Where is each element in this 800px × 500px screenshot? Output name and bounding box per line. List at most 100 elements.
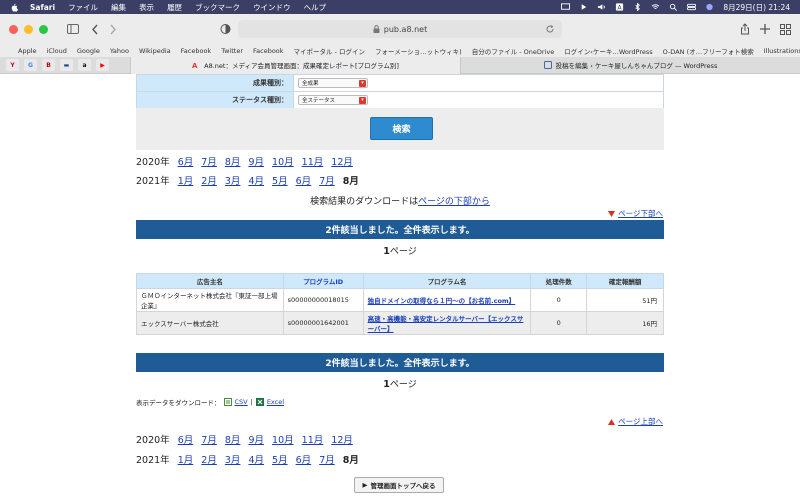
menu-window[interactable]: ウインドウ [253,2,291,13]
minimize-window-button[interactable] [24,24,33,34]
page-bottom-link[interactable]: ページの下部から [418,197,490,207]
col-advertiser: 広告主名 [136,273,284,289]
siri-icon[interactable] [705,3,714,11]
excel-download-link[interactable]: Excel [267,398,284,406]
menu-edit[interactable]: 編集 [111,2,126,13]
favorite-item[interactable]: マイポータル - ログイン [294,46,365,56]
month-link[interactable]: 9月 [248,157,264,168]
month-link[interactable]: 1月 [178,176,194,187]
screen-mirror-icon[interactable] [561,3,571,11]
menu-file[interactable]: ファイル [68,2,98,13]
tab-overview-icon[interactable] [778,22,792,36]
month-link[interactable]: 6月 [296,176,312,187]
menu-view[interactable]: 表示 [139,2,154,13]
jump-top-link[interactable]: ページ上部へ [608,416,663,427]
menu-help[interactable]: ヘルプ [304,2,327,13]
favorite-item[interactable]: Facebook [253,47,284,55]
col-program-id[interactable]: プログラムID [282,273,364,289]
pinned-tab-google[interactable]: G [24,59,37,71]
favorite-item[interactable]: Twitter [221,47,243,55]
menu-bookmarks[interactable]: ブックマーク [195,2,240,13]
favorite-item[interactable]: Illustrations | unDraw [764,47,800,55]
program-link[interactable]: 高速・高機能・高安定レンタルサーバー【エックスサーバー】 [368,315,524,333]
play-icon[interactable] [579,3,588,11]
month-link[interactable]: 6月 [178,435,194,446]
wifi-icon[interactable] [651,3,660,11]
month-link[interactable]: 9月 [248,435,264,446]
pinned-tab-rakuten[interactable]: B [42,59,55,71]
close-window-button[interactable] [9,24,18,34]
back-icon[interactable] [88,22,102,36]
menubar-datetime[interactable]: 8月29日(日) 21:24 [723,2,790,13]
search-icon[interactable] [669,3,678,11]
favorite-item[interactable]: Google [77,47,100,55]
program-link[interactable]: 独自ドメインの取得なら１円〜の【お名前.com】 [368,297,516,305]
address-bar[interactable]: pub.a8.net [238,20,562,38]
month-link[interactable]: 5月 [272,176,288,187]
month-link[interactable]: 5月 [272,455,288,466]
status-type-select[interactable]: 全ステータス ▾ [298,95,368,105]
favorite-item[interactable]: Facebook [181,47,212,55]
back-to-top-page-button[interactable]: ▶ 管理画面トップへ戻る [354,477,444,493]
pinned-tab-yahoo[interactable]: Y [6,59,19,71]
pinned-tab-youtube[interactable]: ▶ [96,59,109,71]
favorite-item[interactable]: Apple [18,47,37,55]
tab-wordpress[interactable]: 投稿を編集 ‹ ケーキ屋しんちゃんブログ — WordPress [460,56,800,74]
month-link[interactable]: 4月 [248,455,264,466]
year-label: 2021年 [136,176,170,187]
favorite-item[interactable]: iCloud [47,47,67,55]
tab-a8net[interactable]: A A8.net：メディア会員管理画面：成果確定レポート[プログラム別] [130,56,460,74]
apple-menu-icon[interactable] [10,3,18,12]
sidebar-toggle-icon[interactable] [66,22,80,36]
month-link[interactable]: 10月 [272,157,294,168]
zoom-window-button[interactable] [39,24,48,34]
month-link[interactable]: 2月 [201,455,217,466]
favorite-item[interactable]: フォーメーショ…ットウィキ) [375,46,462,56]
month-link[interactable]: 3月 [225,455,241,466]
month-link[interactable]: 11月 [302,157,324,168]
month-link[interactable]: 12月 [331,157,353,168]
month-link[interactable]: 8月 [225,435,241,446]
program-id-cell: s00000000018015 [282,288,364,312]
jump-bottom-link[interactable]: ページ下部へ [608,208,663,219]
sort-program-id-link[interactable]: プログラムID [303,278,343,286]
month-link[interactable]: 11月 [302,435,324,446]
month-link[interactable]: 3月 [225,176,241,187]
pinned-tab-news[interactable]: ▬ [60,59,73,71]
month-link[interactable]: 12月 [331,435,353,446]
month-link[interactable]: 1月 [178,455,194,466]
favorite-item[interactable]: Wikipedia [139,47,171,55]
input-source-icon[interactable]: A [615,3,624,11]
bluetooth-icon[interactable] [633,3,642,11]
month-link[interactable]: 2月 [201,176,217,187]
month-link[interactable]: 6月 [178,157,194,168]
month-link[interactable]: 8月 [225,157,241,168]
new-tab-icon[interactable] [758,22,772,36]
menu-history[interactable]: 履歴 [167,2,182,13]
month-link[interactable]: 7月 [201,435,217,446]
favorite-item[interactable]: O-DAN (オ…フリーフォト検索 [663,46,754,56]
month-link[interactable]: 7月 [319,455,335,466]
privacy-report-icon[interactable] [218,22,232,36]
control-center-icon[interactable] [687,3,697,11]
pinned-tab-amazon[interactable]: a [78,59,91,71]
favorite-item[interactable]: Yahoo [110,47,129,55]
reload-icon[interactable] [545,24,555,34]
month-link[interactable]: 10月 [272,435,294,446]
program-name-cell: 高速・高機能・高安定レンタルサーバー【エックスサーバー】 [362,311,532,335]
result-type-select[interactable]: 全成果 ▾ [298,78,368,88]
month-link[interactable]: 7月 [319,176,335,187]
favorite-item[interactable]: ログイン‹ケーキ…WordPress [564,46,652,56]
advertiser-cell: エックスサーバー株式会社 [136,311,284,335]
month-link[interactable]: 6月 [296,455,312,466]
search-button[interactable]: 検索 [370,117,433,140]
favorite-item[interactable]: 自分のファイル - OneDrive [472,46,555,56]
menu-app-name[interactable]: Safari [30,3,55,12]
month-link[interactable]: 7月 [201,157,217,168]
share-icon[interactable] [738,22,752,36]
page-suffix: ページ [389,247,417,257]
forward-icon[interactable] [106,22,120,36]
month-link[interactable]: 4月 [248,176,264,187]
volume-icon[interactable] [597,3,606,11]
csv-download-link[interactable]: CSV [235,398,248,406]
